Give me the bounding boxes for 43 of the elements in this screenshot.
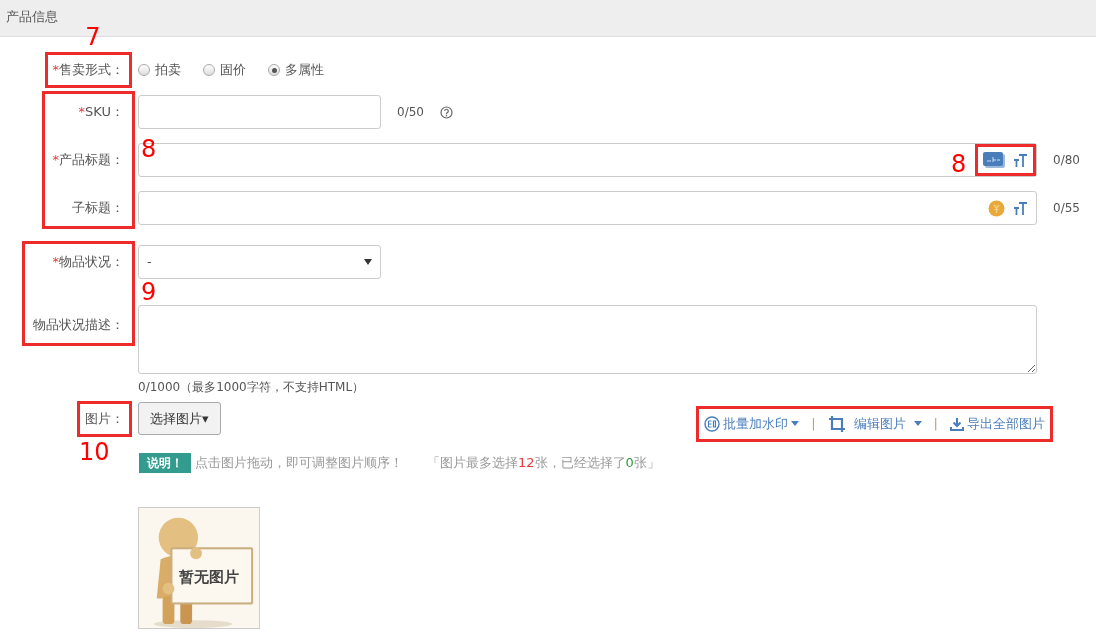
input-field[interactable] (138, 191, 1037, 225)
select-image-button[interactable]: 选择图片▾ (138, 402, 221, 435)
annotation-number: 8 (141, 137, 157, 161)
image-caption: 暂无图片 (179, 567, 239, 588)
annotation-number: 9 (141, 280, 157, 304)
annotation-number: 10 (79, 439, 110, 464)
font-size-icon[interactable] (1013, 200, 1028, 216)
annotation-box (77, 401, 132, 437)
character-counter: 0/55 (1053, 200, 1080, 217)
dropdown-arrow-icon (364, 259, 372, 265)
character-counter: 0/80 (1053, 152, 1080, 169)
download-icon (950, 416, 964, 431)
note-badge: 说明！ (139, 453, 191, 473)
field-label: *SKU： (78, 103, 124, 122)
limit-text: 「图片最多选择12张，已经选择了0张」 (427, 454, 660, 473)
radio-option[interactable]: 拍卖 (138, 60, 181, 80)
field-label: *产品标题： (52, 151, 124, 170)
sku-input[interactable] (138, 95, 381, 129)
spellcheck-icon[interactable] (983, 152, 1005, 168)
character-counter: 0/1000（最多1000字符，不支持HTML） (138, 379, 366, 396)
watermark-icon (704, 415, 721, 432)
field-label: *售卖形式： (52, 61, 124, 80)
radio-option[interactable]: 固价 (203, 60, 246, 80)
field-label: 图片： (85, 410, 124, 428)
toolbar-link[interactable]: 编辑图片 (827, 414, 922, 434)
annotation-box (975, 144, 1036, 176)
condition-select[interactable]: - (138, 245, 381, 279)
annotation-number: 8 (951, 152, 967, 176)
field-label: 子标题： (72, 199, 124, 218)
font-size-icon[interactable] (1013, 152, 1028, 168)
section-title: 产品信息 (6, 9, 58, 24)
field-label: 物品状况描述： (33, 316, 124, 334)
help-icon[interactable] (439, 105, 453, 119)
field-label: *物品状况： (52, 253, 124, 272)
crop-icon (827, 414, 846, 433)
annotation-number: 7 (85, 25, 101, 50)
radio-option[interactable]: 多属性 (268, 60, 324, 80)
hint-text: 点击图片拖动，即可调整图片顺序！ (195, 454, 403, 473)
toolbar-link[interactable]: 导出全部图片 (950, 414, 1045, 434)
separator: | (811, 415, 816, 433)
separator: | (933, 415, 938, 433)
character-counter: 0/50 (397, 104, 424, 121)
toolbar-link[interactable]: 批量加水印 (704, 414, 800, 434)
